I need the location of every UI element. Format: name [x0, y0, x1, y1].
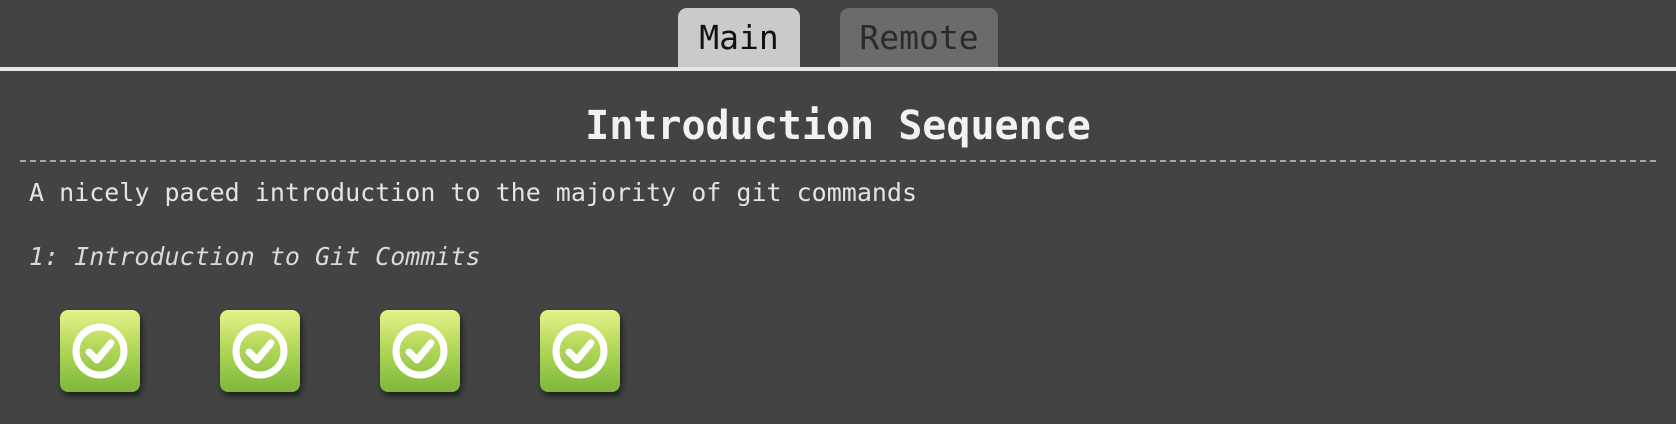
level-grid: [0, 310, 1676, 394]
tab-main[interactable]: Main: [678, 8, 800, 68]
level-heading: 1: Introduction to Git Commits: [29, 242, 481, 271]
sequence-title: Introduction Sequence: [585, 103, 1091, 149]
check-circle-icon: [232, 323, 288, 379]
level-button-3[interactable]: [380, 310, 460, 392]
tab-bar: Main Remote: [0, 0, 1676, 72]
tab-underline: [0, 67, 1676, 71]
level-button-4[interactable]: [540, 310, 620, 392]
check-circle-icon: [552, 323, 608, 379]
dashed-divider: [20, 160, 1656, 162]
level-button-1[interactable]: [60, 310, 140, 392]
check-circle-icon: [72, 323, 128, 379]
level-button-2[interactable]: [220, 310, 300, 392]
level-select-view: Main Remote Introduction Sequence A nice…: [0, 0, 1676, 424]
sequence-description: A nicely paced introduction to the major…: [29, 178, 918, 207]
check-circle-icon: [392, 323, 448, 379]
tab-remote[interactable]: Remote: [840, 8, 998, 68]
